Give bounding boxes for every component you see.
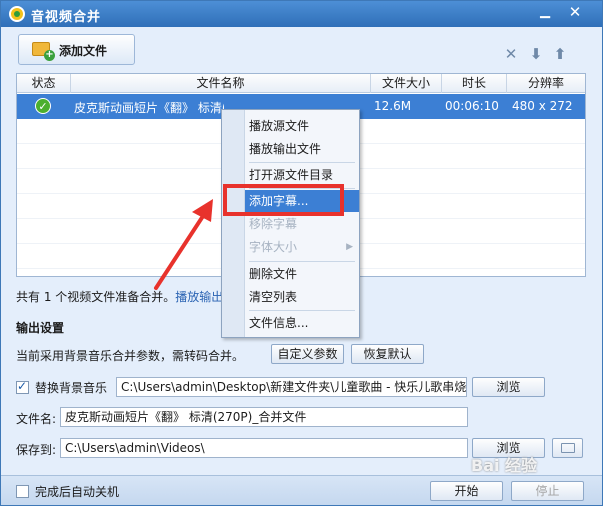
filename-input[interactable]: 皮克斯动画短片《翻》 标清(270P)_合并文件 xyxy=(60,407,468,427)
header-duration[interactable]: 时长 xyxy=(442,74,507,93)
context-menu: 播放源文件 播放输出文件 打开源文件目录 添加字幕... 移除字幕 字体大小 ▶… xyxy=(221,109,360,338)
submenu-arrow-icon: ▶ xyxy=(346,242,353,252)
title-bar: 音视频合并 ▁ ✕ xyxy=(1,1,602,27)
menu-item-delete-file[interactable]: 删除文件 xyxy=(245,263,359,285)
annotation-highlight-box xyxy=(223,184,344,216)
watermark: Bai 经验 xyxy=(471,456,538,475)
status-bar: 完成后自动关机 开始 停止 xyxy=(1,475,602,505)
close-button[interactable]: ✕ xyxy=(564,3,586,23)
header-status[interactable]: 状态 xyxy=(17,74,71,93)
window-title: 音视频合并 xyxy=(31,10,102,25)
menu-item-remove-subtitle[interactable]: 移除字幕 xyxy=(245,213,359,235)
delete-icon[interactable]: ✕ xyxy=(503,46,519,62)
row-duration: 00:06:10 xyxy=(445,99,499,113)
play-output-link[interactable]: 播放输出 xyxy=(175,290,223,304)
row-resolution: 480 x 272 xyxy=(512,99,573,113)
row-filesize: 12.6M xyxy=(374,99,412,113)
open-folder-icon xyxy=(561,443,575,453)
stop-button[interactable]: 停止 xyxy=(511,481,584,501)
header-filesize[interactable]: 文件大小 xyxy=(371,74,442,93)
check-icon: ✓ xyxy=(35,98,51,114)
replace-bgm-checkbox[interactable] xyxy=(16,379,29,394)
save-path-input[interactable]: C:\Users\admin\Videos\ xyxy=(60,438,468,458)
menu-item-open-source-dir[interactable]: 打开源文件目录 xyxy=(245,164,359,186)
bgm-path-input[interactable]: C:\Users\admin\Desktop\新建文件夹\儿童歌曲 - 快乐儿歌… xyxy=(116,377,467,397)
summary-text: 共有 1 个视频文件准备合并。 xyxy=(16,290,176,304)
custom-params-button[interactable]: 自定义参数 xyxy=(271,344,344,364)
params-description: 当前采用背景音乐合并参数，需转码合并。 xyxy=(16,349,245,363)
menu-item-clear-list[interactable]: 清空列表 xyxy=(245,286,359,308)
auto-shutdown-label: 完成后自动关机 xyxy=(35,485,120,499)
header-filename[interactable]: 文件名称 xyxy=(71,74,371,93)
app-window: 音视频合并 ▁ ✕ 添加文件 ✕ ⬇ ⬆ 状态 文件名称 文件大小 时长 分辨率… xyxy=(0,0,603,506)
auto-shutdown-checkbox[interactable] xyxy=(16,485,29,498)
move-down-icon[interactable]: ⬇ xyxy=(528,46,544,62)
output-settings-title: 输出设置 xyxy=(16,321,65,335)
summary-line: 共有 1 个视频文件准备合并。播放输出 xyxy=(16,288,223,305)
menu-item-play-source[interactable]: 播放源文件 xyxy=(245,115,359,137)
header-resolution[interactable]: 分辨率 xyxy=(507,74,585,93)
reset-default-button[interactable]: 恢复默认 xyxy=(351,344,424,364)
replace-bgm-label: 替换背景音乐 xyxy=(35,381,108,395)
menu-item-play-output[interactable]: 播放输出文件 xyxy=(245,138,359,160)
menu-separator xyxy=(249,261,355,262)
filename-label: 文件名: xyxy=(16,412,57,426)
add-folder-icon xyxy=(32,42,55,61)
menu-item-file-info[interactable]: 文件信息... xyxy=(245,312,359,334)
row-filename: 皮克斯动画短片《翻》 标清(270P).qlv xyxy=(74,101,224,115)
open-folder-button[interactable] xyxy=(552,438,583,458)
menu-separator xyxy=(249,162,355,163)
add-file-button[interactable]: 添加文件 xyxy=(18,34,135,65)
minimize-button[interactable]: ▁ xyxy=(534,3,556,23)
app-logo-icon xyxy=(9,6,25,22)
menu-separator xyxy=(249,310,355,311)
start-button[interactable]: 开始 xyxy=(430,481,503,501)
table-header: 状态 文件名称 文件大小 时长 分辨率 xyxy=(17,74,585,93)
browse-bgm-button[interactable]: 浏览 xyxy=(472,377,545,397)
move-up-icon[interactable]: ⬆ xyxy=(552,46,568,62)
add-file-label: 添加文件 xyxy=(59,44,108,58)
font-size-label: 字体大小 xyxy=(249,240,298,254)
save-to-label: 保存到: xyxy=(16,443,57,457)
menu-item-font-size[interactable]: 字体大小 ▶ xyxy=(245,236,359,258)
